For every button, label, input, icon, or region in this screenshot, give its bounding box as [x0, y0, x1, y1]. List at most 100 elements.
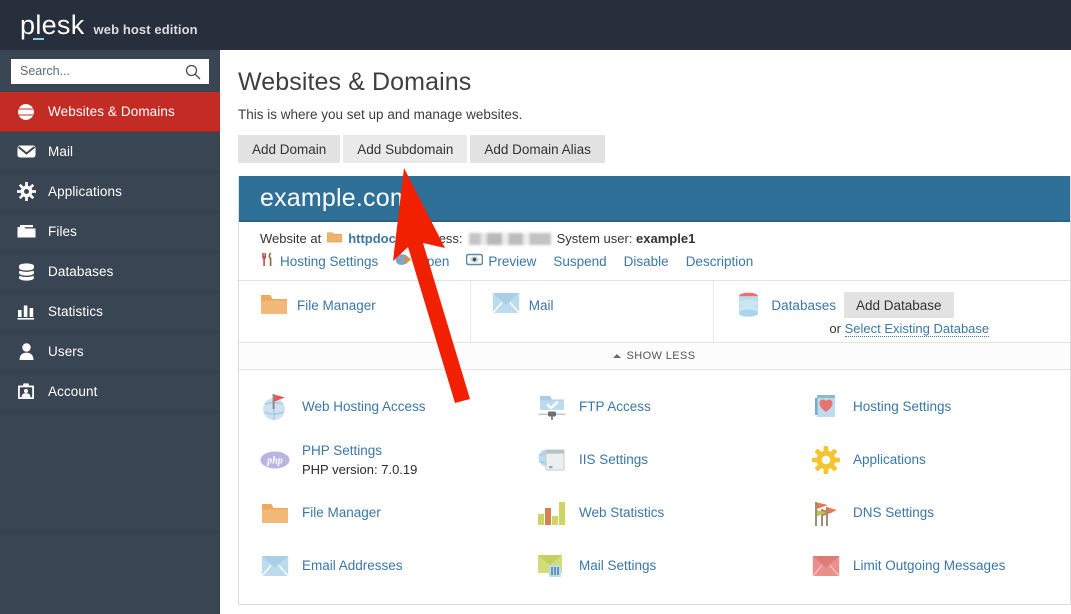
sidebar-item-mail[interactable]: Mail — [0, 132, 220, 172]
web-hosting-access-link[interactable]: Web Hosting Access — [260, 380, 516, 433]
applications-link[interactable]: Applications — [811, 433, 1070, 486]
hosting-settings-action[interactable]: Hosting Settings — [260, 252, 378, 270]
mail-settings-link[interactable]: Mail Settings — [537, 539, 793, 592]
envelope-icon — [491, 292, 520, 319]
select-existing-database-link[interactable]: Select Existing Database — [844, 321, 990, 337]
user-icon — [16, 342, 36, 362]
sidebar-item-label: Databases — [48, 264, 114, 279]
open-site-icon — [395, 252, 412, 270]
action-label: Preview — [488, 253, 537, 269]
sidebar-item-label: Statistics — [48, 304, 104, 319]
docroot-link[interactable]: httpdocs/ — [348, 231, 407, 246]
link-label: Email Addresses — [302, 558, 403, 573]
hosting-settings-link[interactable]: Hosting Settings — [811, 380, 1070, 433]
sidebar-filler — [0, 412, 220, 532]
description-action[interactable]: Description — [686, 254, 754, 269]
domain-header: example.com — [239, 176, 1070, 222]
show-less-label: SHOW LESS — [626, 350, 696, 362]
id-card-icon — [16, 382, 36, 402]
globe-icon — [16, 102, 36, 122]
web-statistics-link[interactable]: Web Statistics — [537, 486, 793, 539]
disable-action[interactable]: Disable — [624, 254, 669, 269]
add-database-button[interactable]: Add Database — [843, 292, 954, 318]
sidebar-item-label: Websites & Domains — [48, 104, 175, 119]
sidebar-item-label: Users — [48, 344, 84, 359]
plesk-logo[interactable]: plesk web host edition — [20, 11, 198, 40]
gear-yellow-icon — [811, 445, 841, 475]
link-label: Mail Settings — [579, 558, 657, 573]
envelope-blue-icon — [260, 551, 290, 581]
link-label: FTP Access — [579, 399, 651, 414]
limit-outgoing-messages-link[interactable]: Limit Outgoing Messages — [811, 539, 1070, 592]
or-label: or — [829, 321, 841, 336]
dns-flags-icon — [811, 498, 841, 528]
tile-label: File Manager — [297, 298, 376, 313]
link-text: Email Addresses — [302, 558, 403, 573]
databases-controls: Databases Add Database or Select Existin… — [771, 292, 990, 337]
link-label: File Manager — [302, 505, 381, 520]
search-icon[interactable] — [185, 64, 201, 80]
ip-address-label: address: — [412, 231, 463, 246]
link-label: PHP Settings — [302, 442, 383, 458]
gear-icon — [16, 182, 36, 202]
links-column-3: Hosting Settings Applications DNS Settin… — [793, 380, 1070, 592]
bar-chart-color-icon — [537, 498, 567, 528]
preview-action[interactable]: Preview — [466, 253, 536, 269]
ftp-access-link[interactable]: FTP Access — [537, 380, 793, 433]
dns-settings-link[interactable]: DNS Settings — [811, 486, 1070, 539]
mail-settings-icon — [537, 551, 567, 581]
suspend-action[interactable]: Suspend — [553, 254, 606, 269]
databases-line-2: or Select Existing Database — [771, 321, 990, 337]
link-text: FTP Access — [579, 399, 651, 414]
mail-tile[interactable]: Mail — [471, 281, 715, 342]
link-label: Web Statistics — [579, 505, 665, 520]
plesk-panel: plesk web host edition Search... Website… — [0, 0, 1071, 614]
sidebar-item-account[interactable]: Account — [0, 372, 220, 412]
hosting-settings-icon — [811, 392, 841, 422]
preview-eye-icon — [466, 253, 484, 269]
svg-text:php: php — [266, 455, 283, 466]
envelope-icon — [16, 142, 36, 162]
iis-settings-icon — [537, 445, 567, 475]
sidebar-item-websites-domains[interactable]: Websites & Domains — [0, 92, 220, 132]
databases-label: Databases — [771, 297, 836, 313]
open-action[interactable]: Open — [395, 252, 449, 270]
file-manager-tile[interactable]: File Manager — [239, 281, 471, 342]
iis-settings-link[interactable]: IIS Settings — [537, 433, 793, 486]
sidebar-item-files[interactable]: Files — [0, 212, 220, 252]
search-input[interactable]: Search... — [11, 58, 209, 84]
add-subdomain-button[interactable]: Add Subdomain — [343, 135, 468, 163]
sidebar-item-statistics[interactable]: Statistics — [0, 292, 220, 332]
sidebar-item-users[interactable]: Users — [0, 332, 220, 372]
top-bar: plesk web host edition — [0, 0, 1071, 50]
database-icon — [735, 292, 762, 324]
folder-icon — [260, 498, 290, 528]
link-text: Mail Settings — [579, 558, 656, 573]
page-title: Websites & Domains — [238, 68, 472, 96]
link-text: IIS Settings — [579, 452, 648, 467]
tile-label: Mail — [528, 298, 554, 313]
action-label: Open — [416, 253, 450, 269]
php-settings-link[interactable]: php PHP Settings PHP version: 7.0.19 — [260, 433, 516, 486]
ftp-access-icon — [537, 392, 567, 422]
link-label: IIS Settings — [579, 452, 649, 467]
email-addresses-link[interactable]: Email Addresses — [260, 539, 516, 592]
system-user-label: System user: — [556, 231, 633, 246]
logo-underscore-accent — [33, 37, 44, 40]
show-less-toggle[interactable]: SHOW LESS — [239, 342, 1070, 370]
main-content: Websites & Domains This is where you set… — [220, 50, 1071, 614]
add-domain-button[interactable]: Add Domain — [238, 135, 341, 163]
add-domain-alias-button[interactable]: Add Domain Alias — [470, 135, 605, 163]
system-user-info: System user: example1 — [557, 231, 696, 246]
ip-address-value-redacted — [468, 232, 551, 245]
file-manager-link[interactable]: File Manager — [260, 486, 516, 539]
sidebar-item-applications[interactable]: Applications — [0, 172, 220, 212]
link-label: Hosting Settings — [853, 399, 952, 414]
link-text: DNS Settings — [853, 505, 934, 520]
folder-icon — [16, 222, 36, 242]
links-column-2: FTP Access IIS Settings Web Statistics M… — [516, 380, 793, 592]
folder-icon — [260, 292, 288, 321]
folder-icon — [327, 231, 343, 246]
sidebar-item-databases[interactable]: Databases — [0, 252, 220, 292]
toolbar-buttons: Add Domain Add Subdomain Add Domain Alia… — [238, 135, 1059, 163]
